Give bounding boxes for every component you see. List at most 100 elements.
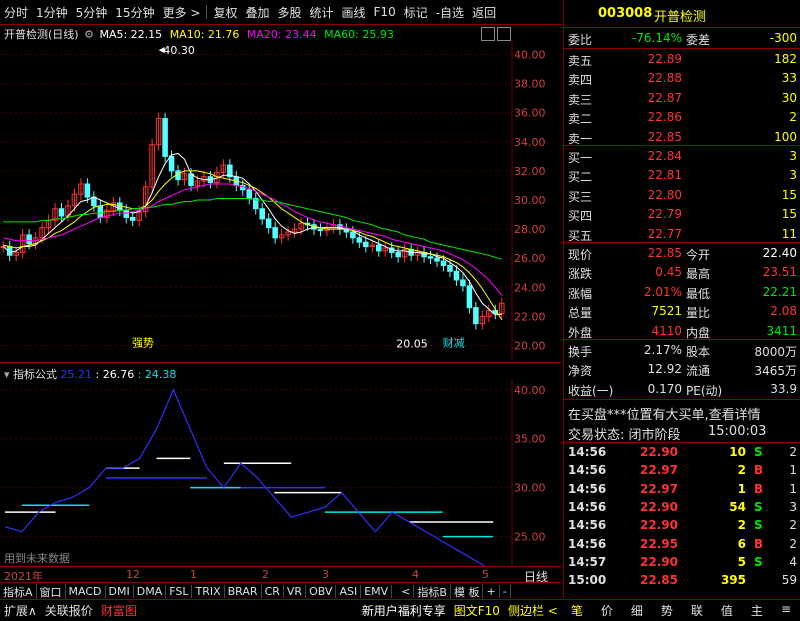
price-chart[interactable]: 40.00 38.00 36.00 34.00 32.00 30.00 28.00 26.00… [0,40,562,360]
indicator-tab-15[interactable]: 模 板 [451,583,484,600]
y-tick-label: 26.00 [514,252,546,265]
tab-period-3[interactable]: 15分钟 [111,4,158,21]
indicator-tab-11[interactable]: ASI [336,585,362,598]
panel-tab-5[interactable]: 值 [712,602,742,619]
status-wealth-chart[interactable]: 财富图 [97,602,141,619]
book-row[interactable]: 卖四 22.88 33 [564,69,800,88]
candle-body [434,257,440,262]
indicator-chart[interactable]: 40.00 35.00 30.00 25.00 [0,380,562,566]
indicator-tab-0[interactable]: 指标A [0,583,37,600]
divider [564,399,800,400]
book-row[interactable]: 买二 22.81 3 [564,166,800,185]
book-row[interactable]: 卖三 22.87 30 [564,89,800,108]
divider [564,145,800,146]
candle-body [26,234,32,245]
tab-period-more[interactable]: 更多 > [159,4,205,21]
book-row[interactable]: 买一 22.84 3 [564,147,800,166]
book-row[interactable]: 买五 22.77 11 [564,225,800,244]
tool-mark[interactable]: 标记 [400,4,432,21]
indicator-tab-16[interactable]: + [483,585,500,598]
tool-stats[interactable]: 统计 [306,4,338,21]
tick-side: B [754,463,764,478]
x-tick-label: 3 [322,568,329,581]
book-volume: 11 [781,226,797,241]
indicator-tab-14[interactable]: 指标B [414,583,451,600]
tool-fuquan[interactable]: 复权 [209,4,241,21]
candle-body [129,216,136,221]
tick-side: S [754,445,763,459]
big-order-notice[interactable]: 在买盘***位置有大买单,查看详情 [564,402,800,423]
book-label: 买一 [568,151,593,165]
panel-tab-2[interactable]: 细 [622,602,652,619]
indicator-tab-5[interactable]: FSL [166,585,193,598]
indicator-tab-10[interactable]: OBV [306,585,337,598]
tool-draw[interactable]: 画线 [338,4,370,21]
indicator-tab-8[interactable]: CR [262,585,284,598]
book-row[interactable]: 卖五 22.89 182 [564,50,800,69]
book-row[interactable]: 买四 22.79 15 [564,205,800,224]
candle-body [460,279,466,287]
y-tick-label: 28.00 [514,223,546,236]
book-volume: 182 [774,52,797,66]
book-row[interactable]: 卖二 22.86 2 [564,108,800,127]
candle-body [188,173,194,186]
indicator-tab-9[interactable]: VR [284,585,307,598]
book-row[interactable]: 卖一 22.85 100 [564,128,800,147]
tool-f10[interactable]: F10 [370,5,400,19]
status-f10[interactable]: 图文F10 [450,602,504,619]
stat-label: 总量 [568,306,593,321]
status-sidebar[interactable]: 侧边栏 < [504,602,562,619]
tick-volume: 10 [729,445,746,459]
high-marker-icon [158,47,165,54]
tab-period-1[interactable]: 1分钟 [32,4,72,21]
indicator-tab-3[interactable]: DMI [106,585,134,598]
status-newuser[interactable]: 新用户福利专享 [358,602,450,619]
indicator-tab-13[interactable]: < [398,585,415,598]
divider [0,362,562,363]
panel-tab-6[interactable]: 主 [742,602,772,619]
panel-tab-7[interactable]: ≡ [772,602,800,619]
indicator-tab-4[interactable]: DMA [134,585,167,598]
tab-period-2[interactable]: 5分钟 [72,4,112,21]
indicator-tab-7[interactable]: BRAR [225,585,262,598]
candle-body [84,183,91,198]
indicator-tab-2[interactable]: MACD [66,585,106,598]
panel-tab-0[interactable]: 笔 [562,602,592,619]
candle-body [91,196,97,207]
tool-back[interactable]: 返回 [468,4,500,21]
y-tick-label: 30.00 [514,482,546,495]
tab-period-0[interactable]: 分时 [0,4,32,21]
candle-body [427,256,434,259]
tick-volume: 2 [737,518,746,533]
stat-value: 22.40 [762,246,797,260]
indicator-tab-17[interactable]: - [500,585,511,598]
indicator-tab-1[interactable]: 窗口 [37,583,66,600]
candle-body [473,307,479,325]
panel-tab-1[interactable]: 价 [592,602,622,619]
tick-row: 15:00 22.85 395 59 [564,572,800,590]
panel-tab-3[interactable]: 势 [652,602,682,619]
tool-overlay[interactable]: 叠加 [241,4,273,21]
y-tick-label: 40.00 [514,384,546,397]
tool-watchlist[interactable]: -自选 [432,4,468,21]
status-related-quote[interactable]: 关联报价 [41,602,97,619]
tick-price: 22.90 [640,554,678,569]
panel-tab-4[interactable]: 联 [682,602,712,619]
quote-panel: 003008 开普检测 委比 -76.14% 委差 -300 卖五 22.89 18… [563,0,800,598]
book-row[interactable]: 买三 22.80 15 [564,186,800,205]
trade-status-time: 15:00:03 [708,424,767,439]
book-volume: 100 [774,129,797,144]
chart-option-icon[interactable] [481,27,495,41]
stat-value: 3465万 [754,364,797,379]
tool-multi[interactable]: 多股 [273,4,305,21]
book-price: 22.84 [647,149,682,163]
tick-price: 22.90 [640,518,678,533]
x-axis: 2021年 12 1 2 3 4 5 日线 [0,566,562,584]
stat-label: 量比 [686,306,711,321]
book-label: 卖四 [568,73,593,88]
indicator-tab-12[interactable]: EMV [361,585,393,598]
status-expand[interactable]: 扩展∧ [0,602,41,619]
chart-close-icon[interactable] [497,27,511,41]
indicator-tab-6[interactable]: TRIX [192,585,225,598]
stat-value: 23.51 [762,265,797,280]
